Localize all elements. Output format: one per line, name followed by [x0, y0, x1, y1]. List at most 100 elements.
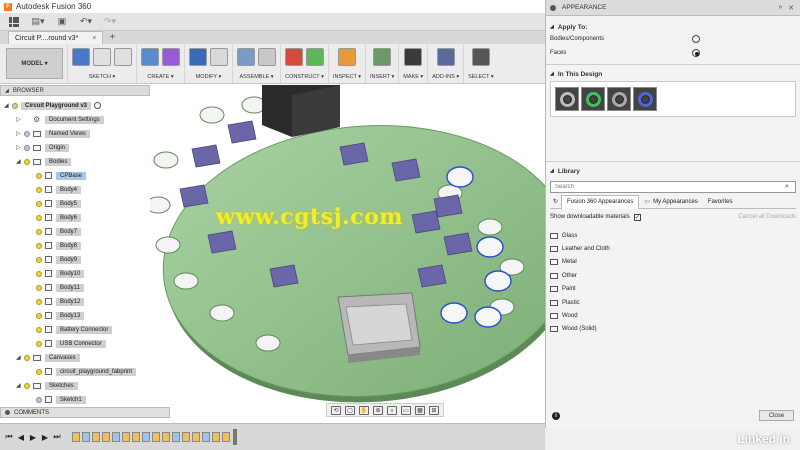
comments-panel[interactable]: COMMENTS — [0, 407, 170, 418]
toolbar-group-label[interactable]: INSPECT ▾ — [333, 74, 361, 80]
timeline-feature[interactable] — [122, 432, 130, 442]
visibility-bulb-icon[interactable] — [24, 158, 30, 165]
timeline-feature[interactable] — [172, 432, 180, 442]
library-category[interactable]: Wood (Solid) — [546, 323, 800, 336]
browser-tree-item[interactable]: ◢ Bodies — [16, 156, 72, 167]
visibility-bulb-icon[interactable] — [36, 326, 42, 333]
apply-to-section[interactable]: ◢ Apply To: — [546, 22, 800, 32]
expand-arrow-icon[interactable]: ◢ — [16, 354, 24, 361]
browser-tree-item[interactable]: Body6 — [28, 212, 82, 223]
appearance-swatch[interactable] — [581, 87, 605, 111]
expand-arrow-icon[interactable]: ▷ — [16, 116, 24, 123]
pan-icon[interactable]: ✋ — [359, 405, 369, 415]
browser-tree-item[interactable]: circuit_playground_fabprint — [28, 366, 137, 377]
library-category[interactable]: Glass — [546, 229, 800, 242]
display-settings-icon[interactable]: ▭ — [401, 405, 411, 415]
toolbar-group[interactable]: SELECT ▾ — [463, 44, 498, 83]
go-to-start-icon[interactable]: ⏮ — [4, 432, 14, 442]
visibility-bulb-icon[interactable] — [36, 284, 42, 291]
timeline-feature[interactable] — [142, 432, 150, 442]
library-category[interactable]: Other — [546, 269, 800, 282]
appearance-header[interactable]: APPEARANCE » ✕ — [546, 0, 800, 16]
visibility-bulb-icon[interactable] — [24, 130, 30, 137]
toolbar-group[interactable]: ASSEMBLE ▾ — [232, 44, 280, 83]
toolbar-group-label[interactable]: SELECT ▾ — [468, 74, 494, 80]
canvas-viewport[interactable]: www.cgtsj.com ⟲ ▢ ✋ ⊕ ⌕ ▭ ▦ ⊞ — [150, 85, 545, 423]
timeline-feature[interactable] — [102, 432, 110, 442]
timeline-feature[interactable] — [132, 432, 140, 442]
apply-to-faces-row[interactable]: Faces — [546, 46, 800, 60]
activate-component-icon[interactable] — [94, 102, 102, 109]
browser-tree-item[interactable]: Body12 — [28, 296, 85, 307]
appearance-swatch[interactable] — [555, 87, 579, 111]
visibility-bulb-icon[interactable] — [36, 200, 42, 207]
fit-icon[interactable]: ⌕ — [387, 405, 397, 415]
tab-favorites[interactable]: Favorites — [703, 195, 738, 209]
timeline-marker[interactable] — [233, 429, 237, 445]
visibility-bulb-icon[interactable] — [36, 270, 42, 277]
timeline-feature[interactable] — [202, 432, 210, 442]
visibility-bulb-icon[interactable] — [36, 298, 42, 305]
expand-arrow-icon[interactable]: ◢ — [16, 158, 24, 165]
browser-tree-item[interactable]: Body5 — [28, 198, 82, 209]
timeline-feature[interactable] — [112, 432, 120, 442]
zoom-icon[interactable]: ⊕ — [373, 405, 383, 415]
toolbar-group-label[interactable]: INSERT ▾ — [370, 74, 394, 80]
file-menu-icon[interactable]: ▤▾ — [30, 15, 46, 29]
library-search[interactable]: ⌕ — [550, 181, 796, 193]
timeline-feature[interactable] — [222, 432, 230, 442]
expand-arrow-icon[interactable]: ▷ — [16, 130, 24, 137]
visibility-bulb-icon[interactable] — [36, 172, 42, 179]
library-category[interactable]: Leather and Cloth — [546, 242, 800, 255]
timeline-feature[interactable] — [82, 432, 90, 442]
library-category[interactable]: Wood — [546, 309, 800, 322]
toolbar-group[interactable]: INSPECT ▾ — [328, 44, 365, 83]
collapse-triangle-icon[interactable]: ◢ — [550, 71, 554, 77]
toolbar-group-label[interactable]: MODIFY ▾ — [196, 74, 222, 80]
browser-tree-item[interactable]: Body10 — [28, 268, 85, 279]
toolbar-group-label[interactable]: CONSTRUCT ▾ — [285, 74, 324, 80]
grid-settings-icon[interactable]: ▦ — [415, 405, 425, 415]
visibility-bulb-icon[interactable] — [36, 186, 42, 193]
close-panel-icon[interactable]: ✕ — [788, 4, 794, 12]
visibility-bulb-icon[interactable] — [12, 102, 18, 109]
tool-icon[interactable] — [404, 48, 423, 66]
appearance-swatch[interactable] — [633, 87, 657, 111]
data-panel-grid-icon[interactable] — [6, 15, 22, 29]
show-downloadable-checkbox[interactable]: ✓ — [633, 213, 641, 221]
toolbar-group[interactable]: INSERT ▾ — [365, 44, 398, 83]
toolbar-group[interactable]: ADD-INS ▾ — [427, 44, 463, 83]
go-to-end-icon[interactable]: ⏭ — [52, 432, 62, 442]
search-icon[interactable]: ⌕ — [785, 183, 795, 191]
browser-tree-item[interactable]: ▷ Named Views — [16, 128, 90, 139]
close-tab-icon[interactable]: × — [92, 35, 96, 42]
refresh-icon[interactable]: ↻ — [550, 195, 561, 209]
browser-tree-item[interactable]: Body9 — [28, 254, 82, 265]
browser-tree-item[interactable]: Body13 — [28, 310, 85, 321]
viewports-icon[interactable]: ⊞ — [429, 405, 439, 415]
bodies-radio[interactable] — [692, 35, 700, 43]
expand-panel-icon[interactable]: » — [778, 4, 782, 11]
new-tab-icon[interactable]: + — [109, 32, 115, 44]
timeline-feature[interactable] — [152, 432, 160, 442]
toolbar-group[interactable]: MODIFY ▾ — [184, 44, 232, 83]
toolbar-group[interactable]: SKETCH ▾ — [67, 44, 136, 83]
browser-tree-item[interactable]: ◢ Sketches — [16, 380, 78, 391]
circuit-board-model[interactable] — [150, 85, 545, 423]
in-this-design-section[interactable]: ◢ In This Design — [546, 69, 800, 79]
timeline-feature[interactable] — [92, 432, 100, 442]
expand-arrow-icon[interactable]: ▷ — [16, 144, 24, 151]
toolbar-group-label[interactable]: ADD-INS ▾ — [432, 74, 459, 80]
browser-tree-item[interactable]: CPBase — [28, 170, 87, 181]
expand-arrow-icon[interactable]: ◢ — [4, 102, 12, 109]
tool-icon[interactable] — [436, 48, 455, 66]
tool-icon[interactable] — [373, 48, 392, 66]
toolbar-group[interactable]: CREATE ▾ — [136, 44, 184, 83]
save-icon[interactable]: ▣ — [54, 15, 70, 29]
visibility-bulb-icon[interactable] — [36, 214, 42, 221]
visibility-bulb-icon[interactable] — [36, 340, 42, 347]
toolbar-group-label[interactable]: ASSEMBLE ▾ — [240, 74, 274, 80]
tool-icon[interactable] — [237, 48, 255, 66]
library-category[interactable]: Paint — [546, 283, 800, 296]
info-icon[interactable]: i — [552, 412, 560, 420]
